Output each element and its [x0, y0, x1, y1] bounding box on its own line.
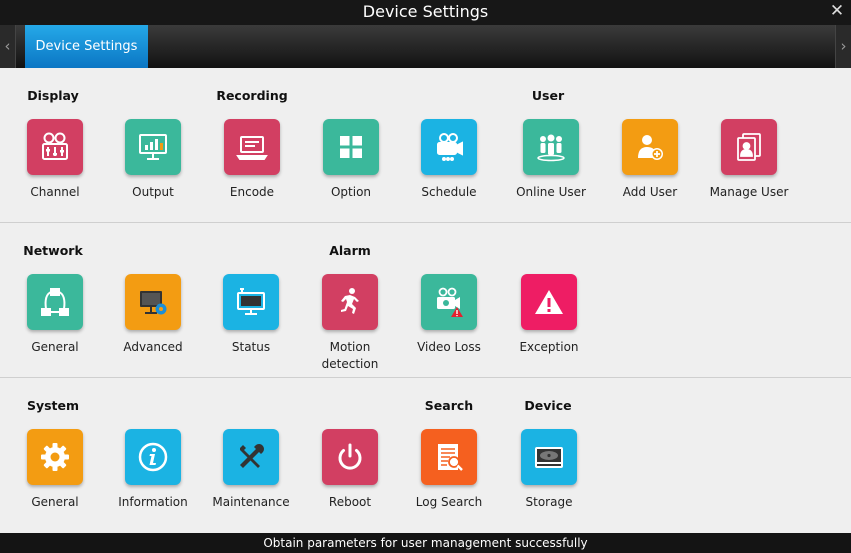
camera-warning-icon — [421, 274, 477, 330]
information-button[interactable]: Information — [103, 429, 203, 511]
option-button[interactable]: Option — [301, 119, 401, 201]
gear-icon — [27, 429, 83, 485]
channel-label: Channel — [30, 185, 80, 199]
category-display: Display — [27, 88, 79, 103]
title-bar: Device Settings ✕ — [0, 0, 851, 25]
camera-sliders-icon — [27, 119, 83, 175]
network-nodes-icon — [27, 274, 83, 330]
tools-icon — [223, 429, 279, 485]
monitor-antenna-icon — [223, 274, 279, 330]
reboot-label: Reboot — [328, 495, 372, 509]
schedule-label: Schedule — [421, 185, 477, 199]
add-user-label: Add User — [622, 185, 678, 199]
add-user-icon — [622, 119, 678, 175]
add-user-button[interactable]: Add User — [600, 119, 700, 201]
info-icon — [125, 429, 181, 485]
monitor-chart-icon — [125, 119, 181, 175]
network-general-button[interactable]: General — [5, 274, 105, 356]
status-message: Obtain parameters for user management su… — [0, 533, 851, 553]
network-general-label: General — [31, 340, 79, 354]
scroll-left-icon[interactable]: ‹ — [0, 25, 16, 68]
exception-label: Exception — [519, 340, 579, 354]
category-search: Search — [424, 398, 474, 413]
category-alarm: Alarm — [329, 243, 371, 258]
section-divider — [0, 377, 851, 378]
running-person-icon — [322, 274, 378, 330]
system-general-label: General — [31, 495, 79, 509]
option-label: Option — [330, 185, 372, 199]
online-user-label: Online User — [516, 185, 586, 199]
video-loss-label: Video Loss — [417, 340, 481, 354]
manage-user-button[interactable]: Manage User — [699, 119, 799, 201]
online-user-button[interactable]: Online User — [501, 119, 601, 201]
category-user: User — [531, 88, 565, 103]
information-label: Information — [118, 495, 188, 509]
category-network: Network — [23, 243, 83, 258]
category-system: System — [26, 398, 80, 413]
encode-button[interactable]: Encode — [202, 119, 302, 201]
tab-device-settings[interactable]: Device Settings — [25, 25, 148, 68]
tab-bar: ‹ Device Settings › — [0, 25, 851, 68]
storage-button[interactable]: Storage — [499, 429, 599, 511]
status-label: Status — [231, 340, 271, 354]
status-button[interactable]: Status — [201, 274, 301, 356]
log-search-label: Log Search — [415, 495, 483, 509]
log-magnifier-icon — [421, 429, 477, 485]
power-icon — [322, 429, 378, 485]
warning-triangle-icon — [521, 274, 577, 330]
reboot-button[interactable]: Reboot — [300, 429, 400, 511]
exception-button[interactable]: Exception — [499, 274, 599, 356]
close-icon[interactable]: ✕ — [829, 1, 845, 21]
maintenance-button[interactable]: Maintenance — [201, 429, 301, 511]
storage-label: Storage — [525, 495, 573, 509]
video-camera-icon — [421, 119, 477, 175]
section-divider — [0, 222, 851, 223]
video-loss-button[interactable]: Video Loss — [399, 274, 499, 356]
category-device: Device — [524, 398, 572, 413]
advanced-button[interactable]: Advanced — [103, 274, 203, 356]
output-button[interactable]: Output — [103, 119, 203, 201]
monitor-gear-icon — [125, 274, 181, 330]
scroll-right-icon[interactable]: › — [835, 25, 851, 68]
system-general-button[interactable]: General — [5, 429, 105, 511]
encode-label: Encode — [229, 185, 275, 199]
motion-detection-button[interactable]: Motion detection — [300, 274, 400, 373]
grid-icon — [323, 119, 379, 175]
log-search-button[interactable]: Log Search — [399, 429, 499, 511]
category-recording: Recording — [216, 88, 288, 103]
schedule-button[interactable]: Schedule — [399, 119, 499, 201]
motion-detection-label: Motion detection — [321, 340, 379, 371]
settings-panel: Display Recording User Channel Output En… — [0, 68, 851, 533]
maintenance-label: Maintenance — [212, 495, 290, 509]
output-label: Output — [132, 185, 174, 199]
advanced-label: Advanced — [123, 340, 183, 354]
channel-button[interactable]: Channel — [5, 119, 105, 201]
window-title: Device Settings — [362, 2, 489, 21]
users-group-icon — [523, 119, 579, 175]
hard-disk-icon — [521, 429, 577, 485]
manage-user-label: Manage User — [709, 185, 789, 199]
user-cards-icon — [721, 119, 777, 175]
laptop-icon — [224, 119, 280, 175]
